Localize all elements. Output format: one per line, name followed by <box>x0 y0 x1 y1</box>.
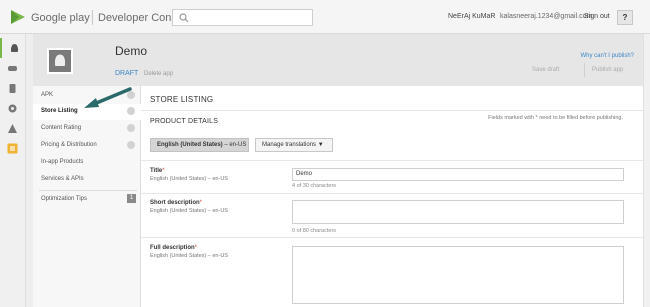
alert-icon <box>8 124 17 133</box>
delete-app-link[interactable]: Delete app <box>144 71 173 77</box>
publish-app-button[interactable]: Publish app <box>584 63 636 77</box>
app-header: Demo DRAFT Delete app Why can't I publis… <box>33 34 643 86</box>
section-item-label: Pricing & Distribution <box>41 142 97 148</box>
rail-reports[interactable] <box>0 78 26 98</box>
page-scrollbar[interactable] <box>643 34 650 307</box>
app-status-badge: DRAFT <box>115 70 139 77</box>
section-item-services-apis[interactable]: Services & APIs <box>33 172 141 188</box>
rail-game-services[interactable] <box>0 58 26 78</box>
wallet-icon <box>7 143 18 154</box>
full-description-language: English (United States) – en-US <box>150 253 228 259</box>
section-item-label: In-app Products <box>41 159 84 165</box>
android-icon <box>55 54 65 66</box>
section-item-optimization-tips[interactable]: Optimization Tips 1 <box>33 192 141 208</box>
android-icon <box>11 44 18 52</box>
tips-count-badge: 1 <box>127 194 136 203</box>
section-item-in-app-products[interactable]: In-app Products <box>33 155 141 171</box>
language-code: – en-US <box>222 142 247 148</box>
short-description-label: Short description* <box>150 200 203 206</box>
full-description-label: Full description* <box>150 245 198 251</box>
section-item-label: Services & APIs <box>41 176 84 182</box>
title-label-text: Title <box>150 168 163 174</box>
section-item-content-rating[interactable]: Content Rating <box>33 121 141 137</box>
product-details-heading: PRODUCT DETAILS <box>150 118 219 125</box>
full-description-field[interactable] <box>292 246 624 304</box>
left-rail <box>0 34 26 307</box>
rail-all-apps[interactable] <box>0 38 26 58</box>
short-description-field[interactable] <box>292 200 624 224</box>
search-input[interactable] <box>172 9 313 26</box>
brand-divider <box>92 10 93 25</box>
short-description-char-count: 0 of 80 characters <box>292 228 337 234</box>
short-description-language: English (United States) – en-US <box>150 208 228 214</box>
divider <box>141 237 643 238</box>
section-item-label: Store Listing <box>41 108 78 114</box>
status-check-icon <box>127 141 135 149</box>
manage-translations-button[interactable]: Manage translations ▼ <box>255 138 333 152</box>
top-bar: Google play Developer Console NeErAj KuM… <box>0 0 650 34</box>
required-fields-note: Fields marked with * need to be filled b… <box>488 115 623 121</box>
language-button[interactable]: English (United States) – en-US <box>150 138 249 152</box>
page-title: STORE LISTING <box>150 95 214 104</box>
divider <box>141 110 643 111</box>
pointer-arrow-icon <box>84 87 132 108</box>
section-item-label: Content Rating <box>41 125 82 131</box>
rail-settings[interactable] <box>0 98 26 118</box>
rail-wallet[interactable] <box>0 138 26 158</box>
why-cant-publish-link[interactable]: Why can't I publish? <box>580 53 634 59</box>
title-label: Title* <box>150 168 165 174</box>
gamepad-icon <box>8 66 17 71</box>
user-email[interactable]: kalasneeraj.1234@gmail.com <box>500 13 592 20</box>
brand-name: Google play <box>31 12 90 24</box>
help-button[interactable]: ? <box>617 10 633 25</box>
title-field[interactable]: Demo <box>292 168 624 181</box>
section-item-label: Optimization Tips <box>41 196 88 202</box>
main-content: STORE LISTING PRODUCT DETAILS Fields mar… <box>141 86 643 307</box>
section-divider <box>39 190 137 191</box>
full-description-label-text: Full description <box>150 245 195 251</box>
divider <box>141 193 643 194</box>
section-item-pricing[interactable]: Pricing & Distribution <box>33 138 141 154</box>
sign-out-link[interactable]: Sign out <box>584 13 610 20</box>
gear-icon <box>8 104 17 113</box>
app-icon <box>47 48 73 74</box>
search-icon <box>179 13 189 23</box>
app-title: Demo <box>115 44 148 58</box>
google-play-logo-icon[interactable] <box>10 9 26 25</box>
section-item-label: APK <box>41 92 54 98</box>
title-language: English (United States) – en-US <box>150 176 228 182</box>
short-description-label-text: Short description <box>150 200 200 206</box>
section-nav: APK Store Listing Content Rating Pricing… <box>33 86 141 307</box>
save-draft-button[interactable]: Save draft <box>532 67 559 73</box>
rail-alerts[interactable] <box>0 118 26 138</box>
status-check-icon <box>127 124 135 132</box>
database-icon <box>9 84 16 93</box>
language-name: English (United States) <box>157 142 223 148</box>
title-char-count: 4 of 30 characters <box>292 183 337 189</box>
user-name[interactable]: NeErAj KuMaR <box>448 13 495 20</box>
divider <box>141 160 643 161</box>
